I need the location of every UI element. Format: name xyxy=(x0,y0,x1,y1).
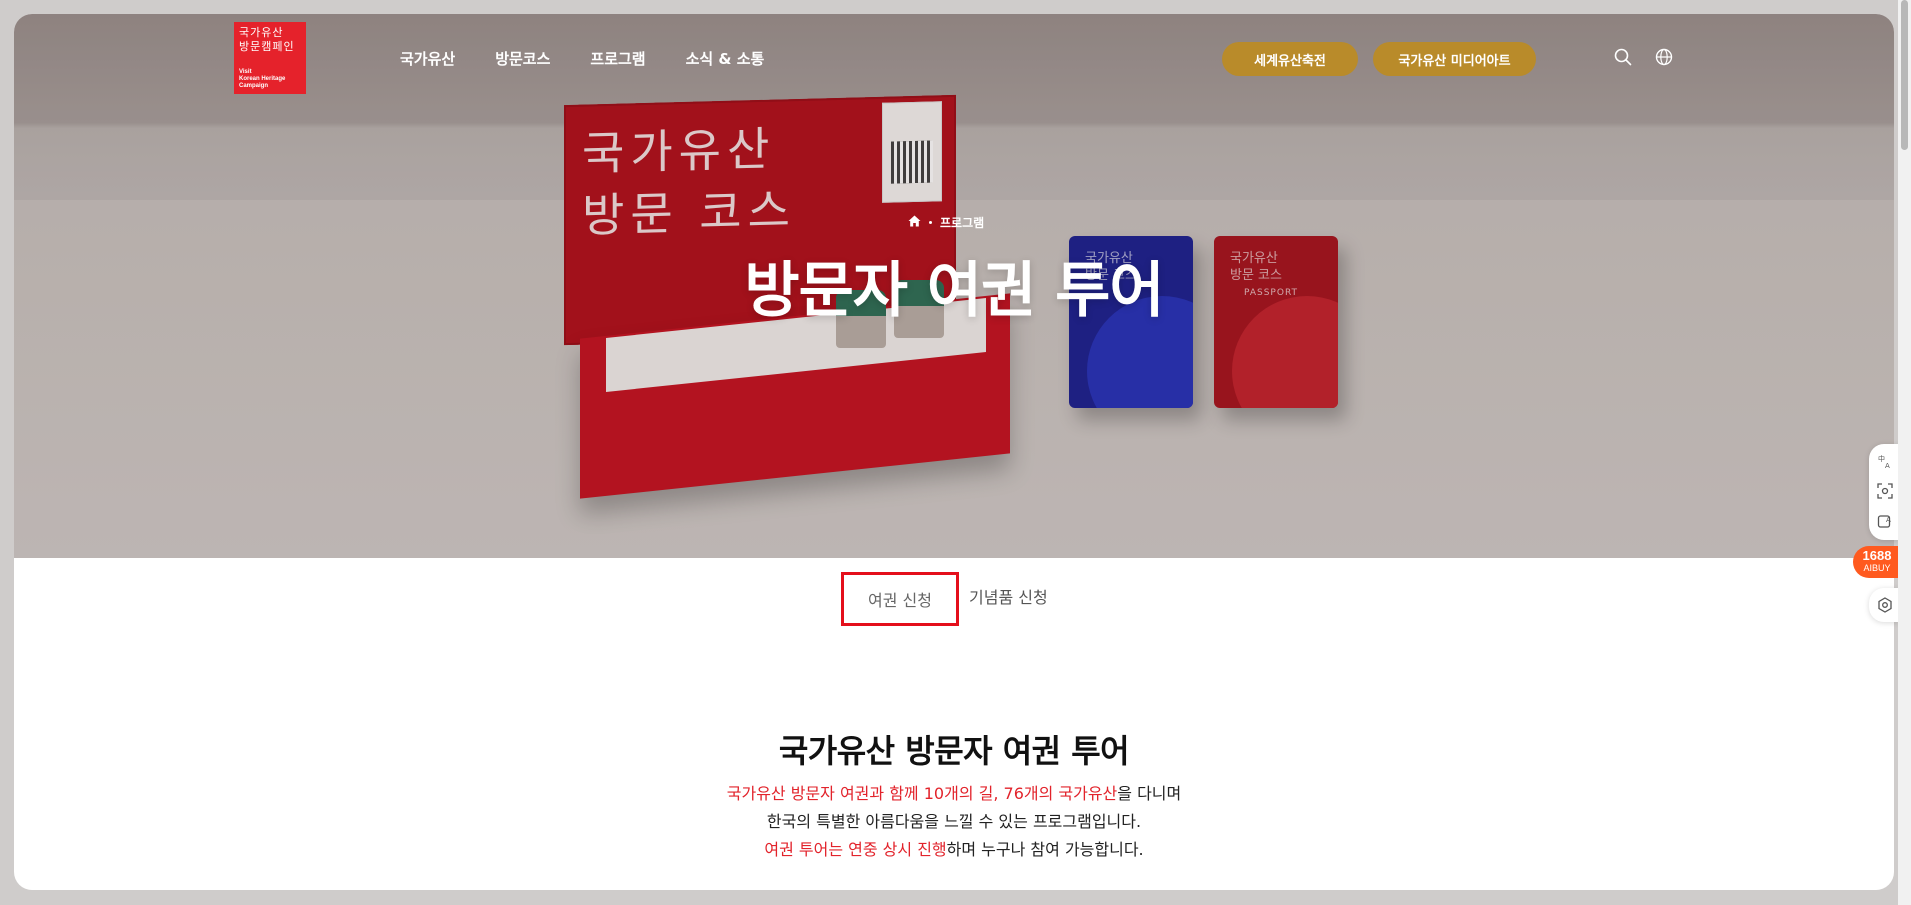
tab-bar: 여권 신청 기념품 신청 xyxy=(14,558,1894,638)
intro-highlight: 여권 투어는 연중 상시 진행 xyxy=(764,840,947,859)
ai-icon[interactable]: A xyxy=(1876,512,1894,530)
logo-english-text: Visit Korean Heritage Campaign xyxy=(239,69,286,89)
intro-line-3: 여권 투어는 연중 상시 진행하며 누구나 참여 가능합니다. xyxy=(14,836,1894,864)
nav-item-news[interactable]: 소식 & 소통 xyxy=(686,48,765,69)
heritage-media-art-button[interactable]: 국가유산 미디어아트 xyxy=(1373,42,1536,76)
hero-banner: 국가유산 방문 코스 국가유산 방문 코스 국가유산 방문 코스 PASSPOR… xyxy=(14,14,1894,558)
intro-section: 국가유산 방문자 여권 투어 국가유산 방문자 여권과 함께 10개의 길, 7… xyxy=(14,726,1894,864)
intro-line-1: 국가유산 방문자 여권과 함께 10개의 길, 76개의 국가유산을 다니며 xyxy=(14,780,1894,808)
nav-item-courses[interactable]: 방문코스 xyxy=(495,48,550,69)
intro-text: 을 다니며 xyxy=(1117,784,1182,803)
world-heritage-festival-button[interactable]: 세계유산축전 xyxy=(1222,42,1358,76)
svg-text:中: 中 xyxy=(1878,454,1885,463)
svg-text:A: A xyxy=(1886,516,1891,524)
page: 국가유산 방문 코스 국가유산 방문 코스 국가유산 방문 코스 PASSPOR… xyxy=(14,14,1894,890)
nav-item-heritage[interactable]: 국가유산 xyxy=(400,48,455,69)
logo-korean-text: 국가유산 방문캠페인 xyxy=(239,26,295,53)
globe-icon[interactable] xyxy=(1653,46,1675,68)
tab-passport-application[interactable]: 여권 신청 xyxy=(841,572,959,626)
main-nav: 국가유산 방문코스 프로그램 소식 & 소통 xyxy=(400,48,804,69)
aibuy-badge[interactable]: 1688 AIBUY xyxy=(1853,546,1901,578)
settings-icon xyxy=(1876,596,1894,614)
breadcrumb-separator xyxy=(929,221,932,224)
svg-text:A: A xyxy=(1885,462,1890,469)
translate-icon[interactable]: 中A xyxy=(1876,452,1894,470)
intro-line-2: 한국의 특별한 아름다움을 느낄 수 있는 프로그램입니다. xyxy=(766,812,1142,831)
aibuy-badge-number: 1688 xyxy=(1862,548,1892,563)
settings-button[interactable] xyxy=(1869,588,1899,622)
page-title: 방문자 여권 투어 xyxy=(744,256,1164,326)
aibuy-badge-label: AIBUY xyxy=(1863,563,1891,573)
intro-title: 국가유산 방문자 여권 투어 xyxy=(778,732,1130,770)
intro-description: 국가유산 방문자 여권과 함께 10개의 길, 76개의 국가유산을 다니며 한… xyxy=(14,780,1894,864)
intro-text: 하며 누구나 참여 가능합니다. xyxy=(946,840,1144,859)
breadcrumb-current[interactable]: 프로그램 xyxy=(940,214,984,231)
scrollbar-thumb[interactable] xyxy=(1901,0,1908,150)
screenshot-icon[interactable] xyxy=(1876,482,1894,500)
tab-souvenir-application[interactable]: 기념품 신청 xyxy=(969,584,1048,608)
breadcrumb: 프로그램 xyxy=(908,214,984,231)
nav-item-programs[interactable]: 프로그램 xyxy=(590,48,645,69)
home-icon[interactable] xyxy=(908,215,921,230)
intro-highlight: 국가유산 방문자 여권과 함께 10개의 길, 76개의 국가유산 xyxy=(726,784,1118,803)
site-logo[interactable]: 국가유산 방문캠페인 Visit Korean Heritage Campaig… xyxy=(234,22,306,94)
extension-toolbar: 中A A xyxy=(1869,444,1899,540)
search-icon[interactable] xyxy=(1612,46,1634,68)
